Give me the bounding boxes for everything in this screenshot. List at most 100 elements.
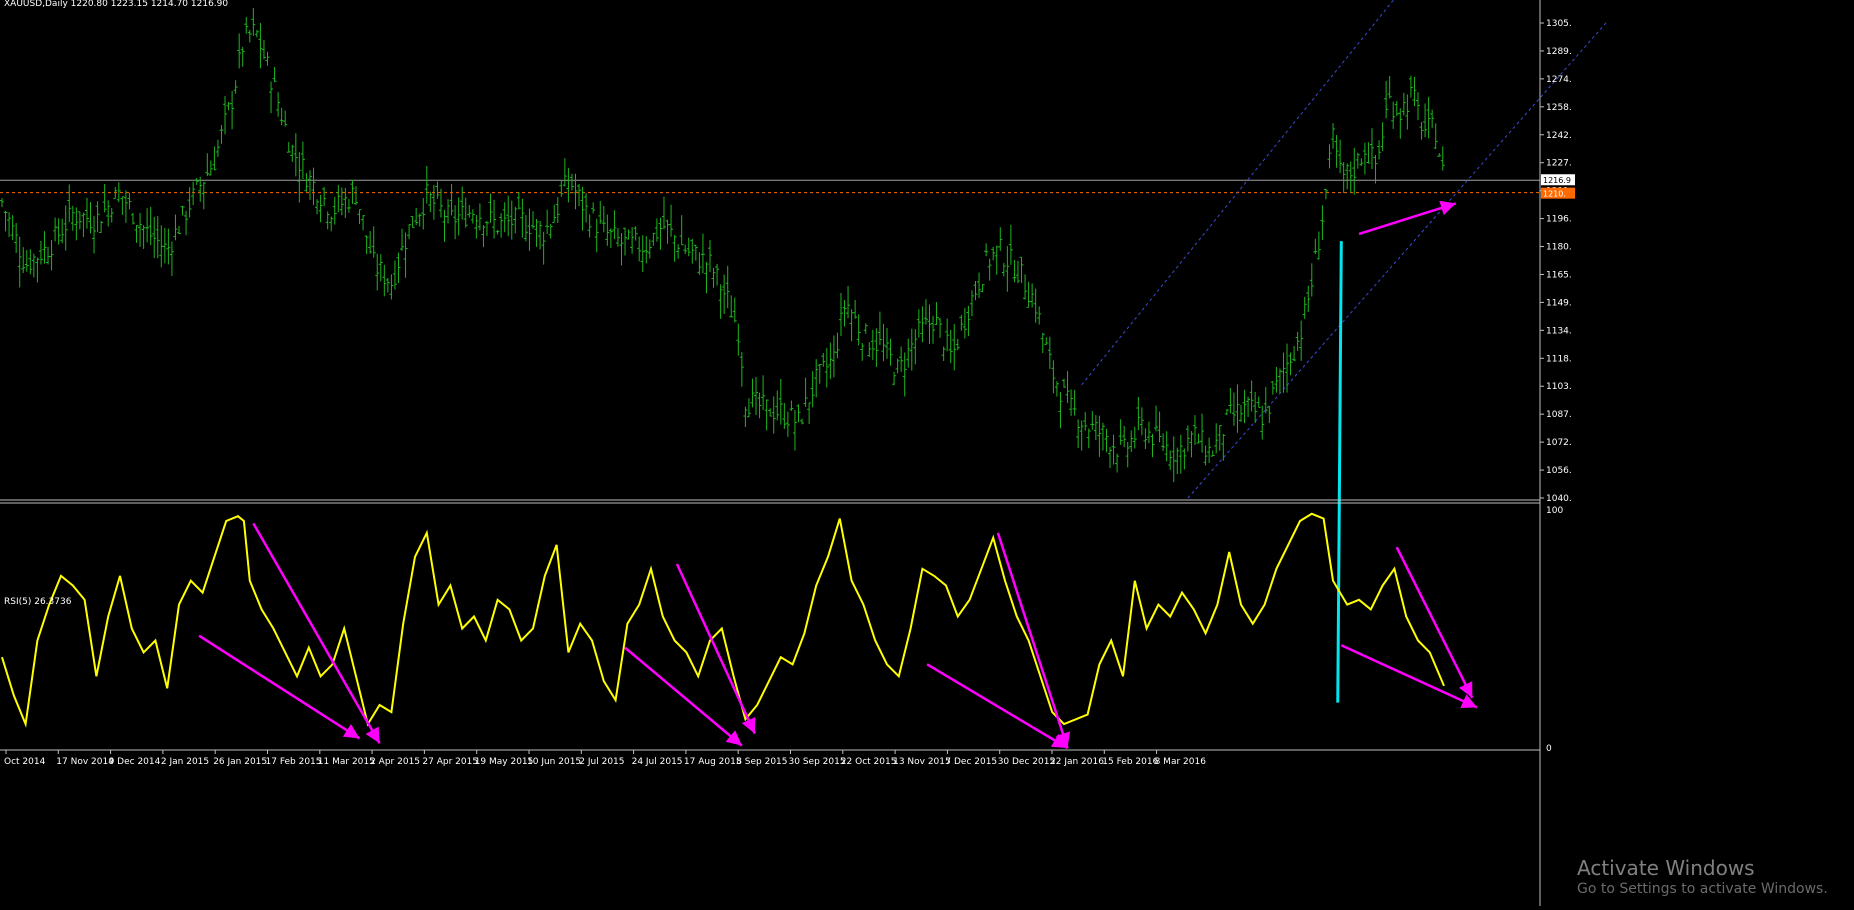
ohlc-bar[interactable] (750, 378, 755, 408)
ohlc-bar[interactable] (300, 141, 305, 180)
ohlc-bar[interactable] (410, 216, 415, 228)
ohlc-bar[interactable] (1122, 426, 1127, 448)
ohlc-bar[interactable] (67, 184, 72, 223)
ohlc-bar[interactable] (166, 228, 171, 265)
ohlc-bar[interactable] (877, 311, 882, 345)
ohlc-bar[interactable] (145, 208, 150, 243)
ohlc-bar[interactable] (676, 244, 681, 259)
ohlc-bar[interactable] (322, 187, 327, 207)
ohlc-bar[interactable] (1412, 76, 1417, 107)
ohlc-bar[interactable] (1377, 140, 1382, 160)
ohlc-bar[interactable] (1136, 396, 1141, 431)
ohlc-bar[interactable] (810, 371, 815, 408)
ohlc-bar[interactable] (654, 218, 659, 242)
ohlc-bar[interactable] (1239, 404, 1243, 422)
ohlc-bar[interactable] (361, 215, 366, 231)
ohlc-bar[interactable] (208, 160, 213, 176)
ohlc-bar[interactable] (414, 207, 419, 226)
ohlc-bar[interactable] (1391, 101, 1396, 129)
ohlc-bar[interactable] (81, 212, 86, 238)
ohlc-bar[interactable] (722, 274, 727, 314)
ohlc-bar[interactable] (661, 196, 666, 230)
ohlc-bar[interactable] (569, 173, 574, 191)
ohlc-bar[interactable] (329, 216, 334, 232)
ohlc-bar[interactable] (1352, 147, 1357, 195)
ohlc-bar[interactable] (626, 229, 631, 240)
ohlc-bar[interactable] (1175, 447, 1180, 475)
ohlc-bar[interactable] (1203, 445, 1208, 466)
divergence-arrow[interactable] (675, 563, 756, 735)
ohlc-bar[interactable] (888, 338, 893, 366)
ohlc-bar[interactable] (1249, 380, 1254, 412)
ohlc-bar[interactable] (700, 233, 705, 274)
ohlc-bar[interactable] (1210, 450, 1215, 457)
ohlc-bar[interactable] (1157, 411, 1162, 443)
ohlc-bar[interactable] (892, 371, 897, 386)
ohlc-bar[interactable] (1118, 419, 1123, 445)
ohlc-bar[interactable] (885, 327, 889, 359)
ohlc-bar[interactable] (49, 239, 54, 271)
ohlc-bar[interactable] (835, 332, 840, 359)
ohlc-bar[interactable] (520, 198, 525, 238)
ohlc-bar[interactable] (357, 209, 362, 224)
ohlc-bar[interactable] (261, 40, 266, 60)
ohlc-bar[interactable] (1309, 263, 1314, 297)
ohlc-bar[interactable] (916, 309, 921, 338)
ohlc-bar[interactable] (1345, 163, 1350, 190)
ohlc-bar[interactable] (934, 302, 939, 326)
ohlc-bar[interactable] (251, 7, 256, 36)
ohlc-bar[interactable] (1362, 142, 1367, 175)
ohlc-bar[interactable] (1323, 188, 1328, 200)
ohlc-bar[interactable] (732, 297, 737, 323)
ohlc-bar[interactable] (169, 241, 174, 276)
ohlc-bar[interactable] (1327, 144, 1332, 169)
ohlc-bar[interactable] (1150, 433, 1155, 458)
ohlc-bar[interactable] (481, 225, 486, 248)
ohlc-bar[interactable] (1037, 306, 1042, 325)
ohlc-bar[interactable] (304, 173, 309, 192)
ohlc-bar[interactable] (1387, 76, 1392, 99)
ohlc-bar[interactable] (1299, 320, 1304, 361)
ohlc-bar[interactable] (446, 199, 451, 224)
ohlc-bar[interactable] (7, 212, 12, 237)
ohlc-bar[interactable] (99, 220, 104, 233)
ohlc-bar[interactable] (1433, 123, 1438, 149)
ohlc-bar[interactable] (757, 392, 762, 419)
ohlc-bar[interactable] (95, 201, 100, 233)
ohlc-bar[interactable] (693, 244, 698, 261)
ohlc-bar[interactable] (1316, 231, 1321, 260)
ohlc-bar[interactable] (948, 329, 953, 364)
ohlc-bar[interactable] (307, 170, 312, 200)
ohlc-bar[interactable] (1302, 296, 1307, 319)
ohlc-bar[interactable] (1139, 407, 1144, 436)
ohlc-bar[interactable] (874, 328, 879, 367)
rsi-line[interactable] (1, 512, 1445, 728)
ohlc-bar[interactable] (931, 315, 936, 344)
ohlc-bar[interactable] (1373, 154, 1378, 184)
ohlc-bar[interactable] (424, 165, 429, 204)
ohlc-bar[interactable] (686, 237, 691, 257)
ohlc-bar[interactable] (453, 205, 458, 240)
ohlc-bar[interactable] (92, 215, 97, 254)
ohlc-bar[interactable] (690, 238, 695, 264)
ohlc-bar[interactable] (240, 46, 245, 67)
ohlc-bar[interactable] (548, 224, 553, 239)
ohlc-bar[interactable] (77, 211, 82, 230)
ohlc-bar[interactable] (325, 211, 330, 230)
ohlc-bar[interactable] (1214, 423, 1219, 454)
ohlc-bar[interactable] (973, 281, 978, 301)
ohlc-bar[interactable] (1104, 428, 1109, 453)
ohlc-bar[interactable] (173, 214, 178, 241)
ohlc-bar[interactable] (127, 192, 132, 210)
ohlc-bar[interactable] (194, 178, 199, 185)
ohlc-bar[interactable] (272, 67, 277, 83)
ohlc-bar[interactable] (1430, 109, 1435, 129)
ohlc-bar[interactable] (1161, 433, 1166, 452)
ohlc-bar[interactable] (523, 215, 528, 242)
ohlc-bar[interactable] (789, 400, 794, 412)
ohlc-bar[interactable] (502, 202, 507, 233)
ohlc-bar[interactable] (233, 80, 238, 94)
ohlc-bar[interactable] (1005, 246, 1010, 292)
ohlc-bar[interactable] (615, 228, 620, 247)
ohlc-bar[interactable] (987, 258, 992, 281)
